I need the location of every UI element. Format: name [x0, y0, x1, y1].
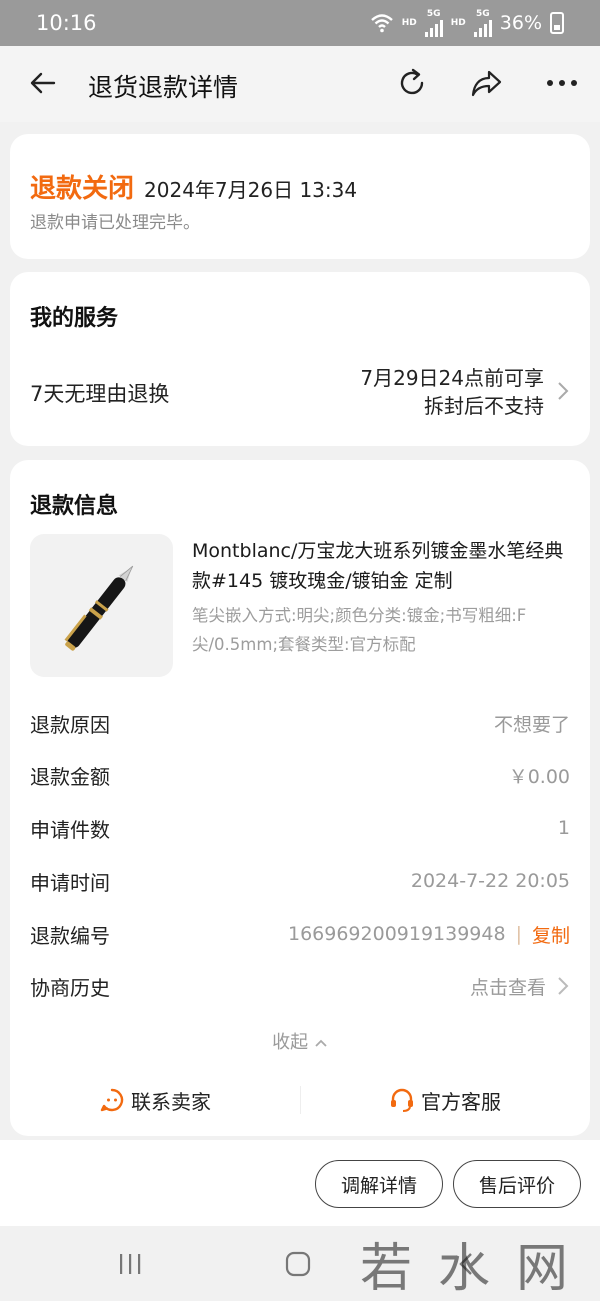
info-value: 2024-7-22 20:05 — [410, 870, 570, 892]
chevron-right-icon — [558, 977, 569, 995]
more-icon[interactable] — [545, 66, 579, 100]
after-sales-review-button[interactable]: 售后评价 — [453, 1160, 581, 1208]
info-label: 退款编号 — [30, 923, 110, 948]
refund-status-title: 退款关闭 — [30, 174, 135, 204]
info-label: 协商历史 — [30, 975, 110, 1000]
status-line: 退款关闭 2024年7月26日 13:34 — [30, 168, 357, 205]
copy-button[interactable]: 复制 — [532, 921, 570, 948]
service-detail: 7月29日24点前可享 拆封后不支持 — [360, 364, 544, 420]
info-label: 申请时间 — [30, 870, 110, 895]
headset-icon — [391, 1088, 413, 1112]
back-arrow-icon[interactable] — [28, 68, 58, 98]
service-detail-line1: 7月29日24点前可享 — [360, 366, 544, 390]
refund-status-desc: 退款申请已处理完毕。 — [30, 213, 200, 233]
signal-group-1: 5G — [424, 9, 443, 37]
watermark: 若水网 — [360, 1239, 595, 1299]
battery-percent: 36% — [499, 12, 542, 34]
service-name: 7天无理由退换 — [30, 382, 170, 406]
signal-icon — [473, 19, 492, 37]
refund-amount-row: 退款金额 ￥0.00 — [30, 760, 570, 790]
mediation-details-button[interactable]: 调解详情 — [315, 1160, 443, 1208]
refund-number: 166969200919139948 — [287, 923, 506, 945]
signal-group-2: 5G — [473, 9, 492, 37]
info-value: 不想要了 — [493, 713, 570, 736]
service-card: 我的服务 7天无理由退换 7月29日24点前可享 拆封后不支持 — [10, 272, 590, 446]
refund-section-title: 退款信息 — [30, 494, 119, 519]
info-value: ￥0.00 — [508, 765, 570, 788]
hd-label: HD — [401, 18, 417, 28]
pen-image — [64, 565, 134, 651]
copy-separator: | — [515, 923, 522, 945]
refund-reason-row: 退款原因 不想要了 — [30, 708, 570, 738]
bottom-action-bar: 调解详情 售后评价 — [0, 1140, 600, 1226]
card-actions: 联系卖家 官方客服 — [10, 1080, 590, 1120]
wifi-icon — [370, 14, 393, 33]
refund-info-card: 退款信息 Montblanc/万宝龙大班系列镀金墨水笔经典款#145 镀玫瑰金/… — [10, 460, 590, 1136]
info-label: 退款原因 — [30, 712, 110, 737]
recent-apps-icon[interactable] — [117, 1252, 143, 1276]
status-indicators: HD 5G HD 5G 36% — [370, 9, 564, 37]
chevron-right-icon — [558, 382, 569, 400]
product-image[interactable] — [30, 534, 173, 677]
collapse-label: 收起 — [272, 1032, 309, 1053]
refresh-icon[interactable] — [395, 66, 429, 100]
app-header: 退货退款详情 — [0, 46, 600, 122]
refund-status-card: 退款关闭 2024年7月26日 13:34 退款申请已处理完毕。 — [10, 134, 590, 259]
home-icon[interactable] — [285, 1251, 311, 1277]
network-label: 5G — [475, 9, 490, 19]
product-spec: 笔尖嵌入方式:明尖;颜色分类:镀金;书写粗细:F尖/0.5mm;套餐类型:官方标… — [192, 606, 527, 654]
collapse-toggle[interactable]: 收起 — [10, 1028, 590, 1054]
network-label: 5G — [426, 9, 441, 19]
battery-icon — [550, 12, 564, 34]
refund-number-row: 退款编号 166969200919139948 | 复制 — [30, 919, 570, 949]
signal-icon — [424, 19, 443, 37]
negotiation-history-row[interactable]: 协商历史 点击查看 — [30, 971, 570, 1001]
service-section-title: 我的服务 — [30, 306, 119, 331]
quantity-row: 申请件数 1 — [30, 813, 570, 843]
info-label: 退款金额 — [30, 764, 110, 789]
service-detail-line2: 拆封后不支持 — [424, 394, 544, 418]
service-row[interactable]: 7天无理由退换 7月29日24点前可享 拆封后不支持 — [10, 358, 590, 428]
official-service-button[interactable]: 官方客服 — [300, 1080, 590, 1120]
apply-time-row: 申请时间 2024-7-22 20:05 — [30, 866, 570, 896]
official-service-label: 官方客服 — [421, 1089, 501, 1114]
contact-seller-button[interactable]: 联系卖家 — [10, 1080, 300, 1120]
status-bar: 10:16 HD 5G HD 5G 36% — [0, 0, 600, 46]
hd-label: HD — [450, 18, 466, 28]
status-time: 10:16 — [36, 11, 97, 35]
info-value: 1 — [557, 817, 570, 839]
share-icon[interactable] — [470, 66, 504, 100]
info-label: 申请件数 — [30, 817, 110, 842]
chevron-up-icon — [315, 1039, 327, 1047]
chat-bubble-icon — [100, 1088, 124, 1112]
page-title: 退货退款详情 — [88, 73, 239, 102]
product-title[interactable]: Montblanc/万宝龙大班系列镀金墨水笔经典款#145 镀玫瑰金/镀铂金 定… — [192, 536, 564, 596]
info-value: 点击查看 — [470, 973, 570, 1000]
refund-number-value: 166969200919139948 | 复制 — [288, 921, 570, 948]
contact-seller-label: 联系卖家 — [131, 1089, 211, 1114]
refund-status-time: 2024年7月26日 13:34 — [144, 178, 358, 202]
view-history-link[interactable]: 点击查看 — [470, 973, 546, 1000]
